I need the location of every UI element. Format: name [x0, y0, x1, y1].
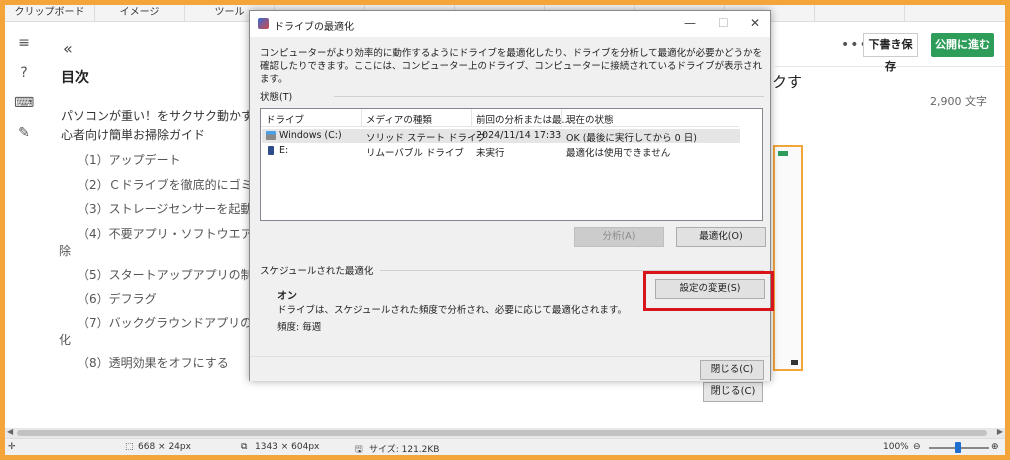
toc-item[interactable]: （6）デフラグ — [77, 290, 157, 307]
ribbon-tab — [815, 5, 905, 21]
column-separator — [471, 109, 472, 127]
drive-row[interactable]: E: リムーバブル ドライブ 未実行 最適化は使用できません — [262, 144, 740, 159]
zoom-in-icon[interactable]: ⊕ — [991, 442, 999, 452]
dialog-titlebar: ドライブの最適化 — ☐ ✕ — [250, 11, 770, 37]
optimize-drives-dialog: ドライブの最適化 — ☐ ✕ コンピューターがより効率的に動作するようにドライブ… — [249, 10, 774, 381]
zoom-out-icon[interactable]: ⊖ — [913, 442, 921, 452]
drive-status: OK (最後に実行してから 0 日) — [566, 133, 697, 144]
image-size: 1343 × 604px — [255, 442, 320, 452]
editor-side-toolbar: ≡ ? ⌨ ✎ — [5, 23, 41, 433]
toc-item[interactable]: （4）不要アプリ・ソフトウエアの削 — [77, 225, 277, 242]
dialog-footer: 閉じる(C) — [250, 356, 770, 381]
optimize-button[interactable]: 最適化(O) — [676, 227, 766, 247]
drive-media: リムーバブル ドライブ — [366, 148, 464, 159]
file-size: サイズ: 121.2KB — [369, 445, 440, 455]
dialog-intro: コンピューターがより効率的に動作するようにドライブを最適化したり、ドライブを分析… — [260, 48, 763, 85]
toc-item[interactable]: （1）アップデート — [77, 151, 181, 168]
toc-item-wrap: 化 — [59, 333, 72, 347]
status-divider — [334, 96, 764, 97]
screenshot-thumbnail — [773, 145, 803, 371]
selection-icon: ⬚ — [125, 442, 134, 452]
background-close-button: 閉じる(C) — [703, 382, 763, 402]
toc-item[interactable]: （3）ストレージセンサーを起動 — [77, 200, 252, 217]
hdd-icon — [266, 131, 276, 140]
keyboard-icon[interactable]: ⌨ — [14, 93, 34, 113]
save-draft-button[interactable]: 下書き保存 — [863, 33, 918, 73]
column-separator — [361, 109, 362, 127]
ribbon-tab-image[interactable]: イメージ — [95, 5, 185, 21]
zoom-slider-thumb[interactable] — [955, 442, 961, 453]
schedule-state: オン — [277, 291, 297, 302]
status-bar: ✛ ⬚ 668 × 24px ⧉ 1343 × 604px 🖫 サイズ: 121… — [5, 438, 1005, 455]
toc-item[interactable]: （5）スタートアップアプリの制御 — [77, 266, 265, 283]
thumbnail-green-button — [778, 151, 788, 156]
save-icon: 🖫 — [355, 445, 363, 455]
drive-status: 最適化は使用できません — [566, 148, 671, 159]
drive-last-run: 未実行 — [476, 148, 505, 159]
defrag-app-icon — [258, 18, 269, 29]
schedule-frequency: 頻度: 毎週 — [277, 322, 322, 333]
maximize-icon: ☐ — [718, 16, 729, 30]
table-of-contents: « 目次 パソコンが重い！をサクサク動かす！初心者向け簡単お掃除ガイド （1）ア… — [41, 23, 277, 433]
toc-item[interactable]: （2）Ｃドライブを徹底的にゴミ削除 — [77, 176, 277, 193]
drives-list-header: ドライブ メディアの種類 前回の分析または最... 現在の状態 — [261, 109, 739, 127]
analyze-button: 分析(A) — [574, 227, 664, 247]
usb-drive-icon — [268, 146, 274, 155]
dialog-title: ドライブの最適化 — [274, 22, 354, 33]
drive-row[interactable]: Windows (C:) ソリッド ステート ドライブ 2024/11/14 1… — [262, 129, 740, 144]
toc-top-item[interactable]: パソコンが重い！をサクサク動かす！初心者向け簡単お掃除ガイド — [61, 107, 281, 145]
column-separator — [561, 109, 562, 127]
drive-media: ソリッド ステート ドライブ — [366, 133, 487, 144]
column-last-analyzed[interactable]: 前回の分析または最... — [476, 112, 571, 126]
toc-item[interactable]: （7）バックグラウンドアプリの無効 — [77, 314, 276, 331]
app-frame: クリップボード イメージ ツール ≡ ? ⌨ ✎ « 目次 パソコンが重い！をサ… — [5, 5, 1005, 455]
column-media-type[interactable]: メディアの種類 — [366, 112, 432, 126]
scroll-right-icon[interactable]: ▶ — [997, 427, 1003, 436]
scheduled-section-label: スケジュールされた最適化 — [260, 266, 374, 277]
column-current-status[interactable]: 現在の状態 — [566, 112, 614, 126]
move-cursor-icon: ✛ — [8, 442, 16, 452]
drives-list[interactable]: ドライブ メディアの種類 前回の分析または最... 現在の状態 Windows … — [260, 108, 763, 221]
change-settings-button[interactable]: 設定の変更(S) — [655, 279, 765, 299]
selection-size: 668 × 24px — [138, 442, 191, 452]
article-title-fragment: クす — [772, 73, 803, 91]
column-drive[interactable]: ドライブ — [266, 112, 304, 126]
drive-name: E: — [279, 145, 289, 156]
publish-button[interactable]: 公開に進む — [931, 33, 994, 57]
image-size-icon: ⧉ — [241, 442, 248, 452]
collapse-icon[interactable]: « — [63, 39, 73, 58]
drive-name: Windows (C:) — [279, 130, 342, 141]
zoom-level: 100% — [883, 442, 909, 452]
drive-last-run: 2024/11/14 17:33 — [476, 130, 562, 141]
horizontal-scrollbar[interactable]: ◀ ▶ — [5, 427, 1005, 438]
minimize-icon[interactable]: — — [684, 16, 696, 30]
thumbnail-dark-mark — [791, 360, 798, 365]
pen-icon[interactable]: ✎ — [14, 123, 34, 143]
editor-topbar: ••• 下書き保存 公開に進む — [775, 23, 1005, 73]
help-icon[interactable]: ? — [14, 63, 34, 83]
list-icon[interactable]: ≡ — [14, 33, 34, 53]
close-button[interactable]: 閉じる(C) — [700, 360, 764, 380]
status-section-label: 状態(T) — [260, 92, 293, 103]
toc-item[interactable]: （8）透明効果をオフにする — [77, 354, 229, 371]
scroll-left-icon[interactable]: ◀ — [7, 427, 13, 436]
char-count: 2,900 文字 — [930, 95, 987, 108]
scrollbar-thumb[interactable] — [17, 430, 987, 436]
close-icon[interactable]: ✕ — [750, 16, 760, 30]
toc-title: 目次 — [61, 70, 89, 86]
toc-item-wrap: 除 — [59, 244, 72, 258]
ribbon-tab-clipboard[interactable]: クリップボード — [5, 5, 95, 21]
schedule-description: ドライブは、スケジュールされた頻度で分析され、必要に応じて最適化されます。 — [277, 305, 627, 316]
